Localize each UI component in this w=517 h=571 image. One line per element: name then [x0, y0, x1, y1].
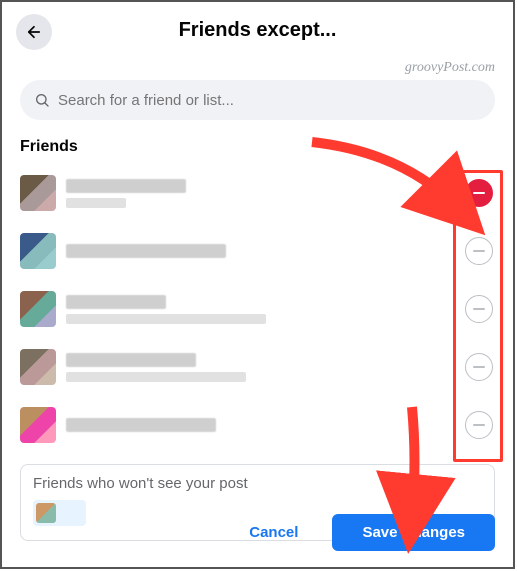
- friend-name-block: [66, 295, 266, 324]
- watermark-text: groovyPost.com: [405, 60, 495, 76]
- friend-list: [20, 164, 495, 454]
- avatar: [20, 291, 56, 327]
- friend-row[interactable]: [20, 164, 495, 222]
- friend-name-redacted: [66, 353, 196, 367]
- friend-name-redacted: [66, 244, 226, 258]
- search-input[interactable]: [58, 92, 481, 109]
- minus-icon: [473, 424, 485, 426]
- exclude-toggle-button[interactable]: [465, 237, 493, 265]
- exclude-toggle-button[interactable]: [465, 353, 493, 381]
- friends-section-label: Friends: [20, 138, 495, 156]
- friend-name-block: [66, 353, 246, 382]
- minus-icon: [473, 192, 485, 194]
- exclude-toggle-button[interactable]: [465, 411, 493, 439]
- avatar: [20, 407, 56, 443]
- exclude-toggle-button[interactable]: [465, 179, 493, 207]
- avatar: [20, 349, 56, 385]
- friend-row[interactable]: [20, 338, 495, 396]
- friend-row[interactable]: [20, 222, 495, 280]
- back-button[interactable]: [16, 14, 52, 50]
- save-changes-button[interactable]: Save Changes: [332, 514, 495, 551]
- minus-icon: [473, 250, 485, 252]
- search-field-wrap[interactable]: [20, 80, 495, 120]
- friend-row[interactable]: [20, 280, 495, 338]
- excluded-label: Friends who won't see your post: [33, 475, 482, 492]
- minus-icon: [473, 308, 485, 310]
- friend-name-block: [66, 244, 226, 258]
- arrow-left-icon: [25, 23, 43, 41]
- avatar: [20, 233, 56, 269]
- friend-name-redacted: [66, 295, 166, 309]
- minus-icon: [473, 366, 485, 368]
- dialog-title: Friends except...: [179, 19, 337, 42]
- friend-subtext-redacted: [66, 314, 266, 324]
- cancel-button[interactable]: Cancel: [223, 514, 324, 551]
- friend-name-block: [66, 418, 216, 432]
- exclude-toggle-button[interactable]: [465, 295, 493, 323]
- dialog-footer: Cancel Save Changes: [2, 500, 513, 567]
- friend-name-redacted: [66, 418, 216, 432]
- friend-subtext-redacted: [66, 198, 126, 208]
- dialog-header: Friends except...: [2, 2, 513, 58]
- friend-row[interactable]: [20, 396, 495, 454]
- friend-name-redacted: [66, 179, 186, 193]
- search-icon: [34, 92, 50, 108]
- avatar: [20, 175, 56, 211]
- friend-name-block: [66, 179, 186, 208]
- friend-subtext-redacted: [66, 372, 246, 382]
